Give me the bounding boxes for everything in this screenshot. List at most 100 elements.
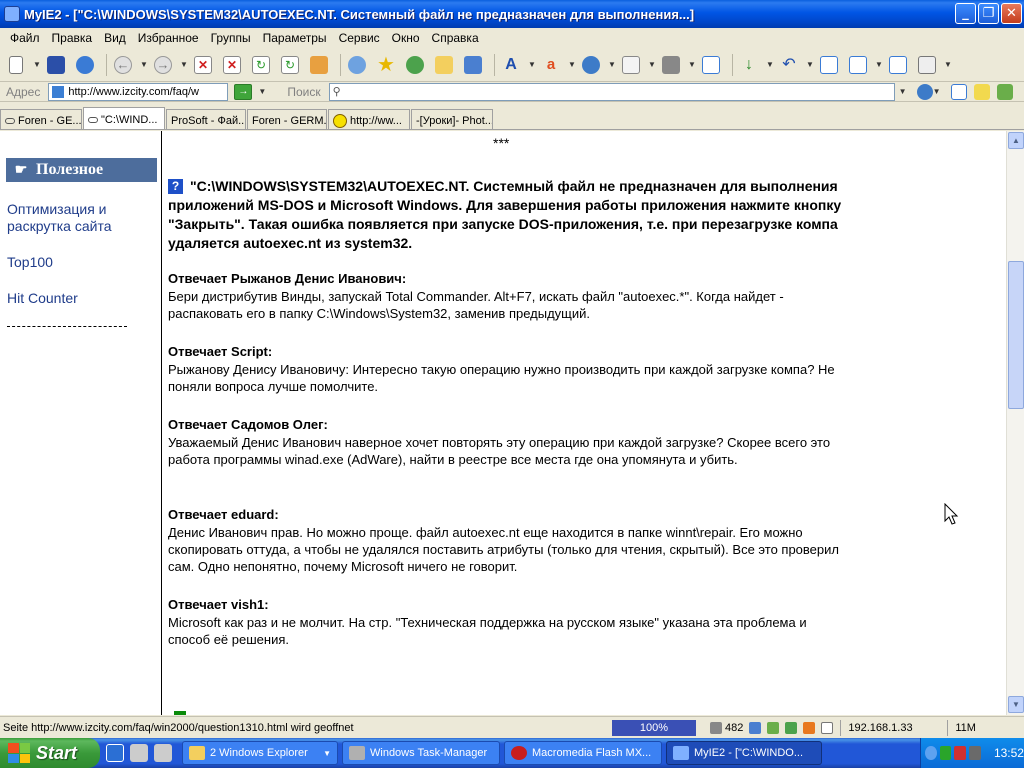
scroll-thumb[interactable] [1008, 261, 1024, 409]
tab-foren-germ[interactable]: Foren - GERM... [247, 109, 327, 129]
schedule-dropdown-arrow-icon[interactable]: ▼ [944, 60, 952, 69]
download-dropdown-arrow-icon[interactable]: ▼ [766, 60, 774, 69]
edit-toggle-icon[interactable] [821, 721, 834, 734]
stop-all-button[interactable]: ✕ [220, 53, 244, 77]
task-myie2[interactable]: MyIE2 - ["C:\WINDO... [666, 741, 822, 765]
myie2-app-icon[interactable] [4, 6, 20, 22]
scroll-down-button[interactable]: ▼ [1008, 696, 1024, 713]
close-button[interactable]: ✕ [1001, 3, 1022, 24]
maximize-button[interactable]: ❐ [978, 3, 999, 24]
go-button[interactable]: → [234, 83, 253, 100]
address-url[interactable]: http://www.izcity.com/faq/w [68, 86, 199, 98]
tab-foren-ge[interactable]: Foren - GE... [0, 109, 82, 129]
edit-button[interactable] [886, 53, 910, 77]
star-icon: ★ [377, 53, 395, 76]
search-input[interactable]: ⚲ [328, 82, 895, 101]
image-toggle-icon[interactable] [749, 721, 762, 734]
fullscreen-button[interactable] [699, 53, 723, 77]
menu-groups[interactable]: Группы [205, 31, 257, 45]
mail-button[interactable] [619, 53, 643, 77]
book-button[interactable] [461, 53, 485, 77]
tray-expand-icon[interactable] [925, 746, 937, 760]
address-input[interactable]: http://www.izcity.com/faq/w [48, 82, 229, 101]
task-windows-explorer[interactable]: 2 Windows Explorer ▼ [182, 741, 338, 765]
tray-network-icon[interactable] [969, 746, 981, 760]
home-button[interactable] [307, 53, 331, 77]
answer-text: Уважаемый Денис Иванович наверное хочет … [168, 435, 831, 467]
font-button[interactable]: A [499, 53, 523, 77]
layout-dropdown-arrow-icon[interactable]: ▼ [875, 60, 883, 69]
menu-tools[interactable]: Сервис [333, 31, 386, 45]
forward-button[interactable]: → [151, 53, 175, 77]
zoom-level[interactable]: 100% [612, 719, 696, 736]
toolbar-separator [494, 53, 495, 76]
search-button[interactable] [345, 53, 369, 77]
link-hit-counter[interactable]: Hit Counter [7, 290, 78, 307]
window-up-button[interactable] [817, 53, 841, 77]
title-bar[interactable]: MyIE2 - ["C:\WINDOWS\SYSTEM32\AUTOEXEC.N… [0, 0, 1024, 28]
search-engine-dropdown-arrow-icon[interactable]: ▼ [933, 87, 941, 96]
search-dropdown-arrow-icon[interactable]: ▼ [899, 87, 907, 96]
minimize-button[interactable]: _ [955, 3, 976, 24]
link-optimization[interactable]: Оптимизация и раскрутка сайта [7, 201, 147, 235]
popup-counter[interactable]: 482 [704, 721, 746, 734]
go-dropdown-arrow-icon[interactable]: ▼ [258, 87, 266, 96]
new-dropdown-arrow-icon[interactable]: ▼ [33, 60, 41, 69]
stop-button[interactable]: ✕ [191, 53, 215, 77]
script-toggle-icon[interactable] [767, 721, 780, 734]
undo-button[interactable]: ↶ [777, 53, 801, 77]
favorites-button[interactable]: ★ [374, 53, 398, 77]
start-button[interactable]: Start [0, 738, 100, 768]
web-button[interactable] [579, 53, 603, 77]
tab-uroki-photo[interactable]: -[Уроки]- Phot... [411, 109, 493, 129]
utility-button[interactable] [659, 53, 683, 77]
mail-dropdown-arrow-icon[interactable]: ▼ [648, 60, 656, 69]
menu-window[interactable]: Окно [386, 31, 426, 45]
menu-options[interactable]: Параметры [257, 31, 333, 45]
refresh-all-button[interactable]: ↻ [278, 53, 302, 77]
menu-edit[interactable]: Правка [46, 31, 99, 45]
tab-http[interactable]: http://ww... [328, 109, 410, 129]
find-in-page-icon[interactable] [950, 83, 967, 100]
activex-toggle-icon[interactable] [803, 721, 816, 734]
download-toggle-icon[interactable] [785, 721, 798, 734]
tab-autoexec[interactable]: "C:\WIND... [83, 107, 165, 129]
tray-k-icon[interactable] [954, 746, 967, 760]
back-dropdown-arrow-icon[interactable]: ▼ [140, 60, 148, 69]
task-macromedia-flash[interactable]: Macromedia Flash MX... [504, 741, 662, 765]
print-button[interactable] [73, 53, 97, 77]
encoding-dropdown-arrow-icon[interactable]: ▼ [568, 60, 576, 69]
undo-dropdown-arrow-icon[interactable]: ▼ [806, 60, 814, 69]
encoding-button[interactable]: a [539, 53, 563, 77]
quick-launch-ie-icon[interactable] [106, 744, 124, 762]
history-button[interactable] [403, 53, 427, 77]
menu-help[interactable]: Справка [426, 31, 485, 45]
link-top100[interactable]: Top100 [7, 254, 53, 271]
links-icon[interactable] [996, 83, 1013, 100]
layout-button[interactable] [846, 53, 870, 77]
web-dropdown-arrow-icon[interactable]: ▼ [608, 60, 616, 69]
scroll-up-button[interactable]: ▲ [1008, 132, 1024, 149]
stop-icon: ✕ [194, 55, 212, 74]
forward-dropdown-arrow-icon[interactable]: ▼ [180, 60, 188, 69]
schedule-button[interactable] [915, 53, 939, 77]
folder-button[interactable] [432, 53, 456, 77]
font-dropdown-arrow-icon[interactable]: ▼ [528, 60, 536, 69]
quick-launch-desktop-icon[interactable] [130, 744, 148, 762]
menu-file[interactable]: Файл [4, 31, 46, 45]
download-button[interactable]: ↓ [737, 53, 761, 77]
tray-monitor-icon[interactable] [939, 746, 952, 760]
tab-prosoft[interactable]: ProSoft - Фай... [166, 109, 246, 129]
utility-dropdown-arrow-icon[interactable]: ▼ [688, 60, 696, 69]
menu-view[interactable]: Вид [98, 31, 132, 45]
task-task-manager[interactable]: Windows Task-Manager [342, 741, 500, 765]
back-button[interactable]: ← [111, 53, 135, 77]
refresh-button[interactable]: ↻ [249, 53, 273, 77]
quick-launch-app-icon[interactable] [154, 744, 172, 762]
search-engine-icon[interactable] [916, 83, 933, 100]
save-button[interactable] [44, 53, 68, 77]
menu-favorites[interactable]: Избранное [132, 31, 205, 45]
vertical-scrollbar[interactable]: ▲ ▼ [1006, 131, 1024, 715]
new-window-button[interactable] [4, 53, 28, 77]
highlight-icon[interactable] [973, 83, 990, 100]
